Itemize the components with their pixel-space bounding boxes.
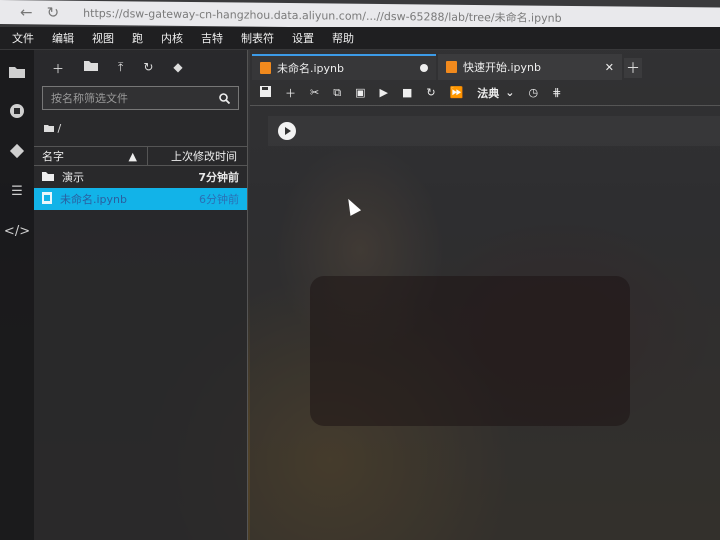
stop-circle-icon[interactable]	[8, 102, 26, 120]
notebook-cells	[250, 106, 720, 536]
file-list-header: 名字 ▲ 上次修改时间	[34, 146, 247, 166]
file-name: 未命名.ipynb	[60, 193, 127, 206]
unsaved-dot-icon[interactable]	[420, 64, 428, 72]
tab-label: 未命名.ipynb	[277, 62, 344, 75]
name-column-header[interactable]: 名字 ▲	[34, 147, 148, 165]
tab-quickstart-notebook[interactable]: 快速开始.ipynb ✕	[438, 54, 622, 80]
upload-icon[interactable]: ⤒	[118, 60, 123, 82]
new-folder-icon[interactable]	[84, 60, 99, 82]
stop-icon[interactable]: ■	[402, 86, 412, 99]
menu-bar: 文件 编辑 视图 跑 内核 吉特 制表符 设置 帮助	[0, 27, 720, 49]
back-arrow-icon[interactable]: ←	[20, 3, 33, 21]
notebook-icon	[260, 62, 271, 74]
restart-icon[interactable]: ↻	[426, 86, 435, 99]
tab-bar: 未命名.ipynb 快速开始.ipynb ✕ ＋	[250, 50, 720, 80]
git-icon[interactable]	[8, 142, 26, 160]
menu-git[interactable]: 吉特	[201, 30, 223, 46]
file-name: 演示	[62, 171, 84, 184]
copy-icon[interactable]: ⧉	[333, 86, 341, 100]
main-area: 未命名.ipynb 快速开始.ipynb ✕ ＋ ＋ ✂ ⧉ ▣ ▶ ■ ↻ ⏩…	[250, 50, 720, 540]
menu-view[interactable]: 视图	[92, 30, 114, 46]
tab-untitled-notebook[interactable]: 未命名.ipynb	[252, 54, 436, 80]
search-icon	[219, 89, 231, 108]
file-browser-toolbar: ＋ ⤒ ↻ ◆	[34, 50, 247, 82]
file-filter-input[interactable]	[51, 91, 201, 105]
breadcrumb-path[interactable]: /	[58, 122, 62, 135]
git-diff-icon[interactable]: ⋕	[552, 86, 561, 99]
file-modified: 6分钟前	[199, 193, 239, 206]
menu-settings[interactable]: 设置	[292, 30, 314, 46]
insert-cell-icon[interactable]: ＋	[285, 85, 296, 101]
list-item[interactable]: 未命名.ipynb 6分钟前	[34, 188, 247, 210]
menu-file[interactable]: 文件	[12, 30, 34, 46]
menu-run[interactable]: 跑	[132, 30, 143, 46]
cut-icon[interactable]: ✂	[310, 86, 319, 99]
paste-icon[interactable]: ▣	[355, 86, 365, 99]
activity-bar: ☰ </>	[0, 50, 34, 540]
run-icon[interactable]: ▶	[379, 86, 387, 99]
mouse-cursor-icon	[342, 196, 362, 216]
name-column-label: 名字	[42, 150, 64, 163]
modified-column-header[interactable]: 上次修改时间	[148, 148, 247, 164]
refresh-icon[interactable]: ↻	[143, 60, 153, 82]
chevron-down-icon: ⌄	[505, 86, 515, 99]
breadcrumb-folder-icon[interactable]	[44, 122, 58, 135]
new-launcher-icon[interactable]: ＋	[52, 60, 64, 82]
menu-kernel[interactable]: 内核	[161, 30, 183, 46]
url-text[interactable]: https://dsw-gateway-cn-hangzhou.data.ali…	[83, 5, 561, 26]
jupyterlab-window: ← ↻ https://dsw-gateway-cn-hangzhou.data…	[0, 0, 720, 540]
reflection-shape	[310, 276, 630, 426]
clock-icon[interactable]: ◷	[529, 86, 539, 99]
notebook-toolbar: ＋ ✂ ⧉ ▣ ▶ ■ ↻ ⏩ 法典 ⌄ ◷ ⋕	[250, 80, 720, 106]
save-icon[interactable]	[260, 85, 271, 100]
run-all-icon[interactable]: ⏩	[450, 86, 464, 99]
new-tab-plus-icon[interactable]: ＋	[624, 58, 642, 78]
folder-icon[interactable]	[8, 62, 26, 80]
notebook-icon	[446, 61, 457, 73]
notebook-file-icon	[42, 191, 52, 207]
breadcrumb: /	[34, 110, 247, 144]
file-filter-box	[42, 86, 239, 110]
close-icon[interactable]: ✕	[605, 61, 614, 74]
tab-label: 快速开始.ipynb	[463, 61, 541, 74]
code-icon[interactable]: </>	[4, 222, 30, 240]
run-cell-icon[interactable]	[278, 122, 296, 140]
menu-tabs[interactable]: 制表符	[241, 30, 274, 46]
code-cell[interactable]	[268, 116, 720, 146]
sort-caret-icon: ▲	[128, 149, 137, 163]
list-item[interactable]: 演示 7分钟前	[34, 166, 247, 188]
reload-icon[interactable]: ↻	[47, 3, 60, 21]
cell-type-select[interactable]: 法典 ⌄	[477, 85, 514, 101]
cell-type-value: 法典	[477, 86, 500, 100]
menu-help[interactable]: 帮助	[332, 30, 354, 46]
menu-edit[interactable]: 编辑	[52, 30, 74, 46]
list-icon[interactable]: ☰	[8, 182, 26, 200]
file-modified: 7分钟前	[198, 171, 239, 184]
git-clone-icon[interactable]: ◆	[173, 60, 182, 82]
file-browser-panel: ＋ ⤒ ↻ ◆ / 名字 ▲ 上次修改时间	[34, 50, 248, 540]
folder-icon	[42, 171, 54, 184]
